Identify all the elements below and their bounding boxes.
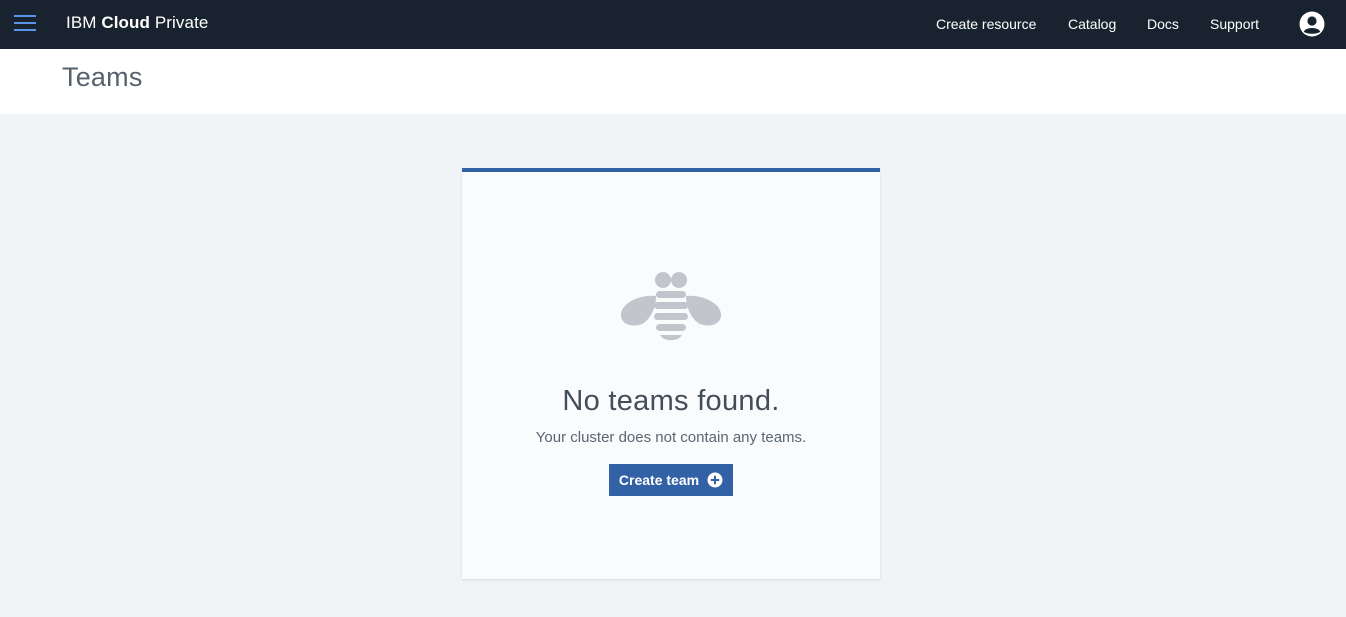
bee-icon xyxy=(620,272,722,341)
page-header: Teams xyxy=(0,49,1346,114)
nav-create-resource[interactable]: Create resource xyxy=(936,16,1036,32)
hamburger-menu-icon[interactable] xyxy=(14,14,36,32)
create-team-button[interactable]: Create team xyxy=(609,464,733,496)
nav-catalog[interactable]: Catalog xyxy=(1068,16,1116,32)
add-circle-icon xyxy=(707,472,723,488)
brand-bold: Cloud xyxy=(101,13,151,32)
page-title: Teams xyxy=(62,62,143,92)
empty-state-title: No teams found. xyxy=(562,385,780,417)
nav-support[interactable]: Support xyxy=(1210,16,1259,32)
empty-state-message: Your cluster does not contain any teams. xyxy=(535,429,807,446)
create-team-label: Create team xyxy=(618,472,700,488)
empty-state-card: No teams found. Your cluster does not co… xyxy=(462,168,880,579)
user-avatar-icon[interactable] xyxy=(1299,11,1325,37)
top-navigation-bar: IBM Cloud Private Create resource Catalo… xyxy=(0,0,1346,49)
nav-docs[interactable]: Docs xyxy=(1147,16,1179,32)
app-brand[interactable]: IBM Cloud Private xyxy=(66,13,208,33)
brand-prefix: IBM xyxy=(66,13,97,32)
brand-suffix: Private xyxy=(154,13,209,32)
